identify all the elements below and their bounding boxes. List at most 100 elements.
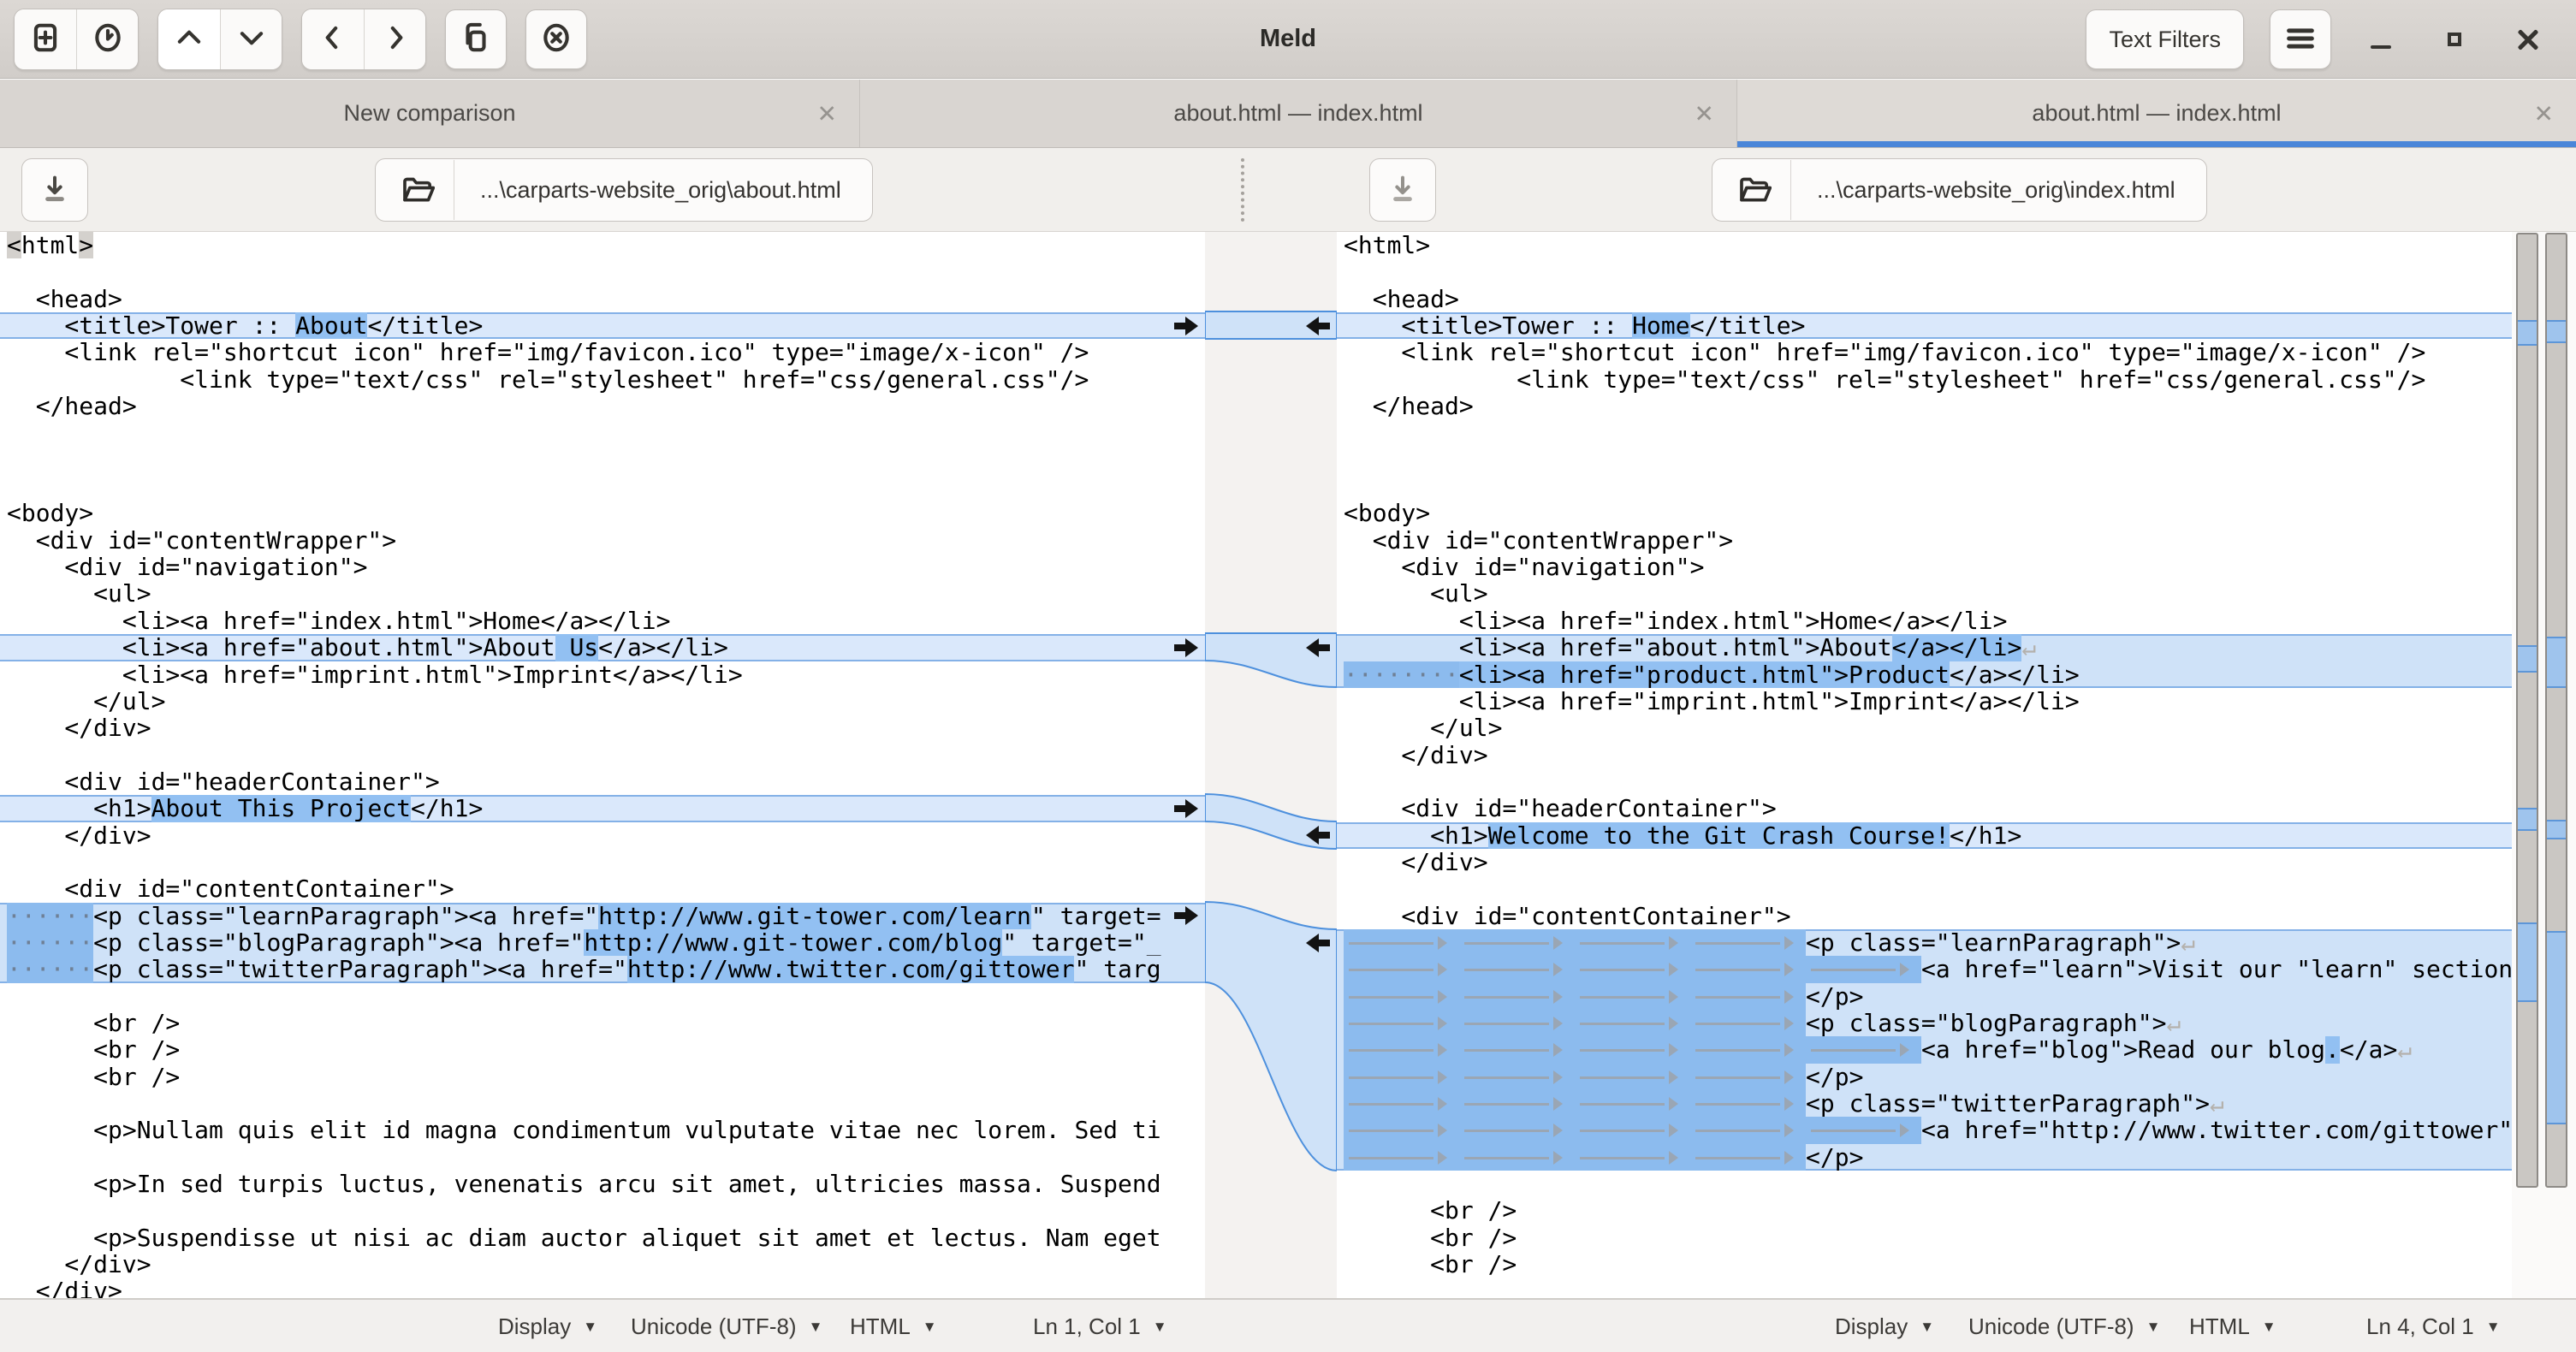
diff-map-right[interactable]: [2545, 233, 2567, 1188]
chevron-down-icon: ▼: [1153, 1319, 1167, 1336]
diff-map-left[interactable]: [2516, 233, 2538, 1188]
tab-marker-icon: [1690, 1036, 1806, 1063]
code-line: </head>: [0, 393, 1205, 419]
space-marker: ········: [1344, 661, 1459, 688]
code-line: <head>: [1337, 286, 2512, 312]
code-line: <div id="contentWrapper">: [0, 527, 1205, 554]
tab-marker-icon: [1806, 1036, 1921, 1063]
push-left-arrow[interactable]: [1303, 826, 1330, 845]
tab-marker-icon: [1459, 983, 1575, 1010]
code-line: ········<li><a href="product.html">Produ…: [1337, 661, 2512, 688]
display-menu-left[interactable]: Display▼: [498, 1300, 597, 1352]
go-left-button[interactable]: [302, 9, 364, 69]
close-button[interactable]: [2504, 15, 2552, 63]
file-header-row: ...\carparts-website_orig\about.html ...…: [0, 148, 2576, 232]
minimize-button[interactable]: [2357, 15, 2405, 63]
newline-marker-icon: ↵: [2166, 1010, 2181, 1036]
code-line: <div id="navigation">: [1337, 554, 2512, 580]
code-line: <h1>Welcome to the Git Crash Course!</h1…: [1337, 822, 2512, 849]
diff-gutter: [1205, 232, 1337, 1298]
push-right-arrow[interactable]: [1174, 799, 1202, 818]
code-line: </div>: [1337, 742, 2512, 768]
new-comparison-icon: [29, 21, 62, 56]
push-right-arrow[interactable]: [1174, 317, 1202, 335]
code-line: </div>: [0, 1278, 1205, 1298]
newline-marker-icon: ↵: [2021, 634, 2036, 661]
code-line: [1337, 875, 2512, 902]
tab-marker-icon: [1459, 1117, 1575, 1143]
code-pane-right[interactable]: <html> <head> <title>Tower :: Home</titl…: [1337, 232, 2512, 1298]
recent-comparison-button[interactable]: [76, 9, 138, 69]
code-line: <br />: [1337, 1225, 2512, 1251]
save-left-button[interactable]: [21, 158, 88, 222]
tab-marker-icon: [1344, 956, 1459, 982]
file-chooser-left-button[interactable]: ...\carparts-website_orig\about.html: [375, 158, 873, 222]
code-line: <div id="navigation">: [0, 554, 1205, 580]
code-line: ······<p class="learnParagraph"><a href=…: [0, 903, 1205, 929]
tab-marker-icon: [1459, 1010, 1575, 1036]
tab-marker-icon: [1459, 956, 1575, 982]
save-icon: [1386, 172, 1420, 209]
maximize-button[interactable]: [2431, 15, 2478, 63]
display-menu-right[interactable]: Display▼: [1835, 1300, 1934, 1352]
tab-marker-icon: [1575, 1117, 1690, 1143]
tab-marker-icon: [1690, 1117, 1806, 1143]
previous-change-button[interactable]: [158, 9, 220, 69]
save-right-button[interactable]: [1369, 158, 1436, 222]
diff-map-mark: [2518, 922, 2537, 1002]
diff-view: <html> <head> <title>Tower :: About</tit…: [0, 232, 2576, 1298]
close-tab-icon[interactable]: ✕: [1695, 99, 1714, 127]
new-comparison-button[interactable]: [15, 9, 76, 69]
tab-comparison-1[interactable]: about.html — index.html ✕: [860, 80, 1737, 147]
stop-button[interactable]: [525, 9, 587, 69]
previous-change-icon: [173, 21, 205, 56]
save-icon: [38, 172, 72, 209]
tab-marker-icon: [1459, 929, 1575, 956]
push-left-arrow[interactable]: [1303, 317, 1330, 335]
push-left-arrow[interactable]: [1303, 934, 1330, 952]
push-left-arrow[interactable]: [1303, 638, 1330, 657]
menu-button[interactable]: [2270, 9, 2331, 69]
diff-map-mark: [2547, 637, 2566, 688]
syntax-menu-right[interactable]: HTML▼: [2189, 1300, 2276, 1352]
code-line: <link rel="shortcut icon" href="img/favi…: [1337, 339, 2512, 365]
code-line: <div id="headerContainer">: [0, 768, 1205, 795]
cursor-position-right[interactable]: Ln 4, Col 1▼: [2366, 1300, 2501, 1352]
code-line: <link type="text/css" rel="stylesheet" h…: [1337, 366, 2512, 393]
push-change-group: [301, 9, 426, 70]
next-change-button[interactable]: [220, 9, 282, 69]
chevron-down-icon: ▼: [1920, 1319, 1934, 1336]
go-right-button[interactable]: [364, 9, 425, 69]
code-pane-left[interactable]: <html> <head> <title>Tower :: About</tit…: [0, 232, 1205, 1298]
text-filters-button[interactable]: Text Filters: [2086, 9, 2244, 69]
tab-label: about.html — index.html: [2032, 100, 2281, 127]
code-line: <html>: [1337, 232, 2512, 258]
push-right-arrow[interactable]: [1174, 638, 1202, 657]
code-line: <p>Nullam quis elit id magna condimentum…: [0, 1117, 1205, 1143]
pane-separator: [1241, 158, 1244, 222]
tab-comparison-2-active[interactable]: about.html — index.html ✕: [1737, 80, 2576, 147]
syntax-menu-left[interactable]: HTML▼: [850, 1300, 937, 1352]
code-line: <title>Tower :: About</title>: [0, 312, 1205, 339]
go-left-icon: [317, 21, 349, 56]
copy-button[interactable]: [445, 9, 507, 69]
diff-map-mark: [2547, 320, 2566, 343]
code-line: [0, 1090, 1205, 1117]
file-path-left: ...\carparts-website_orig\about.html: [454, 160, 867, 220]
file-chooser-right-button[interactable]: ...\carparts-website_orig\index.html: [1712, 158, 2207, 222]
code-line: <li><a href="index.html">Home</a></li>: [1337, 608, 2512, 634]
tab-marker-icon: [1575, 983, 1690, 1010]
encoding-menu-right[interactable]: Unicode (UTF-8)▼: [1968, 1300, 2160, 1352]
code-line: </div>: [0, 822, 1205, 849]
stop-icon: [540, 21, 573, 56]
close-tab-icon[interactable]: ✕: [2534, 99, 2554, 127]
tab-new-comparison[interactable]: New comparison ✕: [0, 80, 860, 147]
tab-marker-icon: [1690, 1010, 1806, 1036]
push-right-arrow[interactable]: [1174, 906, 1202, 925]
tab-marker-icon: [1690, 1064, 1806, 1090]
cursor-position-left[interactable]: Ln 1, Col 1▼: [1033, 1300, 1167, 1352]
code-line: [0, 258, 1205, 285]
code-line: [0, 742, 1205, 768]
encoding-menu-left[interactable]: Unicode (UTF-8)▼: [631, 1300, 822, 1352]
close-tab-icon[interactable]: ✕: [817, 99, 837, 127]
